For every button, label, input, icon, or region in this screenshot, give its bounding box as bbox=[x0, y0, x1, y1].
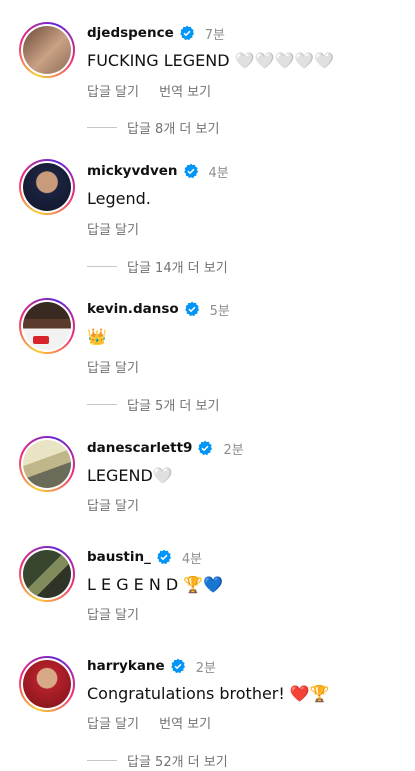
translate-button[interactable]: 번역 보기 bbox=[159, 85, 211, 100]
timestamp: 2분 bbox=[223, 442, 244, 458]
view-replies-button[interactable]: 답글 52개 더 보기 bbox=[87, 751, 228, 770]
verified-icon bbox=[179, 25, 194, 41]
timestamp: 2분 bbox=[195, 660, 216, 676]
username[interactable]: baustin_ bbox=[87, 549, 151, 565]
verified-icon bbox=[183, 163, 198, 179]
comment-text: Congratulations brother! ❤️🏆 bbox=[87, 684, 330, 703]
timestamp: 4분 bbox=[181, 551, 203, 567]
username[interactable]: djedspence bbox=[87, 25, 174, 41]
comment-text: LEGEND🤍 bbox=[87, 466, 173, 485]
sponsor-badge bbox=[33, 336, 49, 344]
avatar-story-ring[interactable] bbox=[19, 298, 75, 354]
avatar[interactable] bbox=[23, 163, 71, 211]
avatar[interactable] bbox=[23, 26, 71, 74]
timestamp: 7분 bbox=[204, 27, 225, 43]
avatar-story-ring[interactable] bbox=[19, 159, 75, 215]
avatar-story-ring[interactable] bbox=[19, 546, 75, 602]
reply-button[interactable]: 답글 달기 bbox=[87, 608, 139, 623]
divider-line bbox=[87, 266, 117, 267]
comment-text: L E G E N D 🏆💙 bbox=[87, 575, 224, 594]
avatar-story-ring[interactable] bbox=[19, 656, 75, 712]
avatar-story-ring[interactable] bbox=[19, 436, 75, 492]
reply-button[interactable]: 답글 달기 bbox=[87, 361, 139, 376]
timestamp: 5분 bbox=[209, 303, 230, 319]
comment-text: FUCKING LEGEND 🤍🤍🤍🤍🤍 bbox=[87, 51, 335, 70]
divider-line bbox=[87, 404, 117, 405]
timestamp: 4분 bbox=[208, 165, 229, 181]
avatar[interactable] bbox=[23, 302, 71, 350]
divider-line bbox=[87, 760, 117, 761]
verified-icon bbox=[184, 301, 199, 317]
view-replies-button[interactable]: 답글 8개 더 보기 bbox=[87, 118, 219, 137]
divider-line bbox=[87, 127, 117, 128]
reply-button[interactable]: 답글 달기 bbox=[87, 499, 139, 514]
view-replies-button[interactable]: 답글 5개 더 보기 bbox=[87, 395, 219, 414]
reply-button[interactable]: 답글 달기 bbox=[87, 717, 139, 732]
username[interactable]: kevin.danso bbox=[87, 301, 179, 317]
avatar[interactable] bbox=[23, 550, 71, 598]
username[interactable]: danescarlett9 bbox=[87, 440, 192, 456]
verified-icon bbox=[198, 440, 213, 456]
avatar[interactable] bbox=[23, 440, 71, 488]
translate-button[interactable]: 번역 보기 bbox=[159, 717, 211, 732]
username[interactable]: harrykane bbox=[87, 658, 165, 674]
verified-icon bbox=[157, 549, 172, 565]
reply-button[interactable]: 답글 달기 bbox=[87, 85, 139, 100]
avatar-story-ring[interactable] bbox=[19, 22, 75, 78]
comment-text: 👑 bbox=[87, 327, 107, 346]
reply-button[interactable]: 답글 달기 bbox=[87, 223, 139, 238]
view-replies-button[interactable]: 답글 14개 더 보기 bbox=[87, 257, 228, 276]
verified-icon bbox=[170, 658, 185, 674]
username[interactable]: mickyvdven bbox=[87, 163, 178, 179]
comment-text: Legend. bbox=[87, 189, 151, 208]
avatar[interactable] bbox=[23, 660, 71, 708]
